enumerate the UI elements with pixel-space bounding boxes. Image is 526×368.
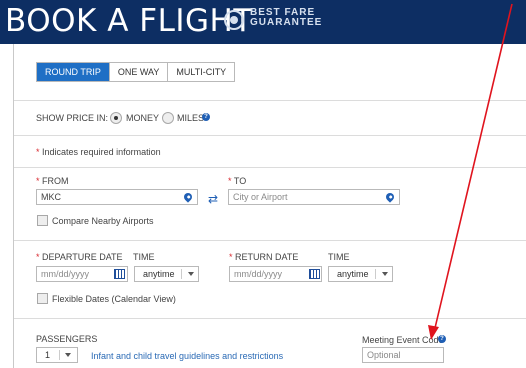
return-time-value: anytime bbox=[337, 269, 369, 279]
divider bbox=[14, 135, 526, 136]
required-marker: * bbox=[229, 252, 233, 262]
to-label-text: TO bbox=[233, 176, 247, 186]
flexible-dates-checkbox[interactable] bbox=[37, 293, 48, 304]
calendar-icon[interactable] bbox=[309, 269, 320, 279]
show-price-label: SHOW PRICE IN: bbox=[36, 113, 109, 123]
one-way-button[interactable]: ONE WAY bbox=[109, 63, 169, 81]
multi-city-button[interactable]: MULTI-CITY bbox=[168, 63, 235, 81]
to-input[interactable]: City or Airport bbox=[228, 189, 400, 205]
money-radio[interactable] bbox=[110, 112, 122, 124]
required-info-note: * Indicates required information bbox=[36, 147, 161, 157]
swap-icon[interactable]: ⇄ bbox=[208, 193, 218, 205]
compare-nearby-checkbox[interactable] bbox=[37, 215, 48, 226]
from-label: * FROM bbox=[36, 176, 69, 186]
departure-time-label: TIME bbox=[133, 252, 155, 262]
departure-date-label-text: DEPARTURE DATE bbox=[42, 252, 123, 262]
money-radio-label[interactable]: MONEY bbox=[126, 113, 159, 123]
required-marker: * bbox=[36, 176, 40, 186]
from-label-text: FROM bbox=[42, 176, 69, 186]
miles-radio[interactable] bbox=[162, 112, 174, 124]
best-fare-badge-icon bbox=[224, 10, 244, 30]
departure-time-select[interactable]: anytime bbox=[134, 266, 199, 282]
infant-child-guidelines-link[interactable]: Infant and child travel guidelines and r… bbox=[91, 351, 283, 361]
passengers-label: PASSENGERS bbox=[36, 334, 98, 344]
divider bbox=[14, 240, 526, 241]
return-time-label: TIME bbox=[328, 252, 350, 262]
calendar-icon[interactable] bbox=[114, 269, 125, 279]
flexible-dates-label[interactable]: Flexible Dates (Calendar View) bbox=[52, 294, 176, 304]
passengers-select[interactable]: 1 bbox=[36, 347, 78, 363]
to-label: * TO bbox=[228, 176, 246, 186]
return-date-label: * RETURN DATE bbox=[229, 252, 298, 262]
return-date-label-text: RETURN DATE bbox=[235, 252, 299, 262]
booking-form-card bbox=[13, 44, 526, 368]
page-title: BOOK A FLIGHT bbox=[5, 3, 253, 39]
round-trip-button[interactable]: ROUND TRIP bbox=[37, 63, 110, 81]
meeting-event-code-input[interactable]: Optional bbox=[362, 347, 444, 363]
select-divider bbox=[59, 350, 60, 360]
page-header: BOOK A FLIGHT BEST FARE GUARANTEE bbox=[0, 0, 526, 44]
trip-type-toggle: ROUND TRIP ONE WAY MULTI-CITY bbox=[36, 62, 236, 82]
chevron-down-icon bbox=[65, 353, 71, 357]
divider bbox=[14, 100, 526, 101]
divider bbox=[14, 167, 526, 168]
select-divider bbox=[181, 269, 182, 279]
select-divider bbox=[375, 269, 376, 279]
required-marker: * bbox=[36, 252, 40, 262]
best-fare-line-2: GUARANTEE bbox=[250, 17, 323, 28]
miles-radio-label[interactable]: MILES bbox=[177, 113, 204, 123]
from-input[interactable]: MKC bbox=[36, 189, 198, 205]
required-marker: * bbox=[228, 176, 232, 186]
required-marker: * bbox=[36, 147, 40, 157]
departure-date-label: * DEPARTURE DATE bbox=[36, 252, 123, 262]
divider bbox=[14, 318, 526, 319]
compare-nearby-label[interactable]: Compare Nearby Airports bbox=[52, 216, 154, 226]
passengers-value: 1 bbox=[45, 350, 51, 360]
chevron-down-icon bbox=[188, 272, 194, 276]
chevron-down-icon bbox=[382, 272, 388, 276]
best-fare-guarantee-link[interactable]: BEST FARE GUARANTEE bbox=[250, 8, 322, 28]
required-info-text: Indicates required information bbox=[42, 147, 161, 157]
departure-time-value: anytime bbox=[143, 269, 175, 279]
return-time-select[interactable]: anytime bbox=[328, 266, 393, 282]
meeting-event-code-label: Meeting Event Code bbox=[362, 335, 444, 345]
info-icon[interactable]: ? bbox=[438, 335, 446, 343]
info-icon[interactable]: ? bbox=[202, 113, 210, 121]
